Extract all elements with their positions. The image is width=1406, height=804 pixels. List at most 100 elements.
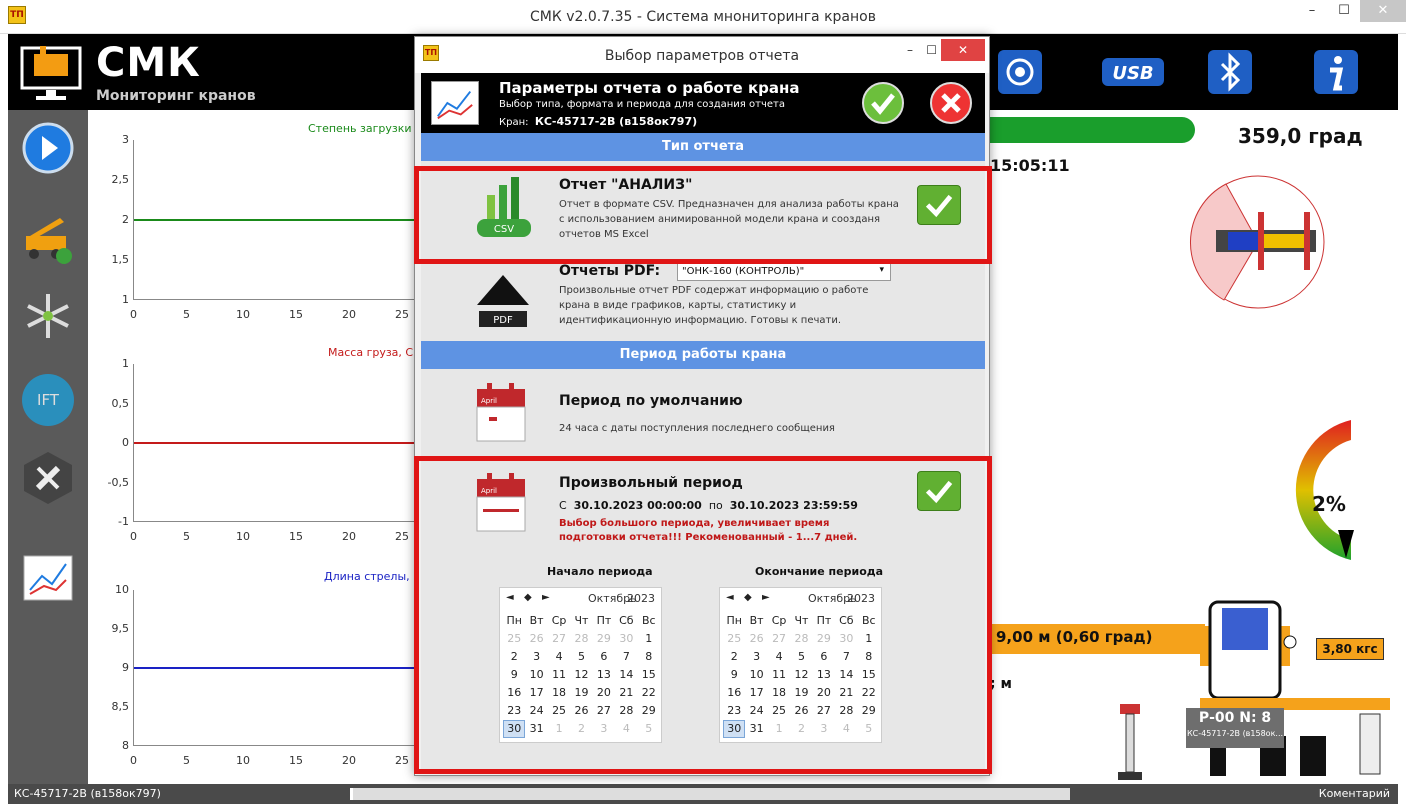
chart-icon[interactable] <box>20 550 76 606</box>
dialog-maximize-button[interactable]: ☐ <box>926 43 937 57</box>
snowflake-icon[interactable] <box>20 288 76 344</box>
chart-title: Длина стрелы, <box>324 570 410 583</box>
bluetooth-icon[interactable] <box>1206 46 1254 98</box>
maximize-button[interactable]: ☐ <box>1328 0 1360 22</box>
y-tick-label: 1,5 <box>111 253 130 266</box>
window-title: СМК v2.0.7.35 - Система мнониторинга кра… <box>530 9 876 25</box>
dialog-close-button[interactable]: ✕ <box>941 39 985 61</box>
x-tick-label: 15 <box>289 754 303 767</box>
wrench-icon[interactable] <box>20 450 76 506</box>
dialog-header-title: Параметры отчета о работе крана <box>499 79 800 97</box>
y-tick-label: 0 <box>122 436 129 449</box>
x-tick-label: 0 <box>130 308 137 321</box>
x-tick-label: 10 <box>236 754 250 767</box>
usb-label: USB <box>1112 63 1153 84</box>
usb-icon[interactable]: USB <box>1098 46 1168 98</box>
close-button[interactable]: ✕ <box>1360 0 1406 22</box>
pdf-icon: PDF <box>477 275 529 327</box>
chevron-down-icon: ▾ <box>879 265 884 275</box>
y-tick-label: 8,5 <box>111 700 130 713</box>
option-default-period[interactable]: April Период по умолчанию 24 часа с даты… <box>421 369 985 457</box>
info-icon[interactable] <box>1312 46 1360 98</box>
y-tick-label: -0,5 <box>107 475 129 489</box>
y-tick-label: 10 <box>115 583 129 596</box>
load-percent: 2% <box>1312 492 1346 516</box>
y-tick-label: 2 <box>122 213 129 226</box>
status-progress <box>350 788 1070 800</box>
x-tick-label: 15 <box>289 308 303 321</box>
crane-plate-number: Р-00 N: 8 <box>1198 710 1272 726</box>
crane-logo-icon <box>20 46 82 100</box>
default-period-title: Период по умолчанию <box>559 393 743 409</box>
status-bar-green <box>990 117 1195 143</box>
load-label: 3,80 кгс <box>1316 638 1384 660</box>
x-tick-label: 20 <box>342 308 356 321</box>
meters-label: ; м <box>990 676 1012 692</box>
y-tick-label: -1 <box>118 515 129 528</box>
load-chart: Степень загрузки 3 2,5 2 1,5 1 0 5 10 15 20 25 <box>88 112 418 332</box>
calendar-label: April <box>481 397 497 405</box>
ift-icon[interactable]: IFT <box>20 372 76 428</box>
x-tick-label: 25 <box>395 308 409 321</box>
dialog-minimize-button[interactable]: – <box>907 43 913 57</box>
calendar-icon: April <box>476 383 526 442</box>
y-tick-label: 9 <box>122 661 129 674</box>
x-tick-label: 5 <box>183 530 190 543</box>
x-tick-label: 10 <box>236 308 250 321</box>
y-tick-label: 9,5 <box>111 622 130 635</box>
dialog-titlebar: ТП Выбор параметров отчета – ☐ ✕ <box>415 37 989 73</box>
rotation-diagram <box>1190 175 1325 309</box>
highlight-analysis <box>414 166 992 264</box>
confirm-button[interactable] <box>861 81 905 125</box>
boom-label: 9,00 м (0,60 град) <box>990 624 1205 654</box>
section-report-type: Тип отчета <box>421 133 985 161</box>
pdf-title: Отчеты PDF: <box>559 263 661 279</box>
cargo-mass-chart: Масса груза, С 1 0,5 0 -0,5 -1 0 5 10 15 20 25 <box>88 338 418 558</box>
chart-series-line <box>134 667 418 669</box>
x-tick-label: 0 <box>130 754 137 767</box>
play-icon[interactable] <box>20 120 76 176</box>
crane-label: Кран: <box>499 117 529 128</box>
window-titlebar: ТП СМК v2.0.7.35 - Система мнониторинга … <box>0 0 1406 34</box>
crane-icon[interactable] <box>20 210 76 266</box>
status-comment[interactable]: Коментарий <box>1319 787 1390 800</box>
crane-drawing <box>1200 600 1390 776</box>
option-pdf[interactable]: PDF Отчеты PDF: "ОНК-160 (КОНТРОЛЬ)" ▾ П… <box>421 261 985 341</box>
outrigger-left <box>1118 704 1142 780</box>
sidebar: IFT <box>8 110 88 784</box>
ift-label: IFT <box>37 391 60 409</box>
crane-plate: Р-00 N: 8 КС-45717-2В (в158ок... <box>1186 708 1284 748</box>
logo-title: СМК <box>96 40 201 86</box>
x-tick-label: 20 <box>342 530 356 543</box>
chart-title: Масса груза, С <box>328 346 414 359</box>
minimize-button[interactable]: – <box>1296 0 1328 22</box>
pdf-description: Произвольные отчет PDF содержат информац… <box>559 285 869 326</box>
y-tick-label: 3 <box>122 133 129 146</box>
target-icon[interactable] <box>996 46 1044 98</box>
logo-subtitle: Мониторинг кранов <box>96 88 256 104</box>
dialog-title: Выбор параметров отчета <box>604 48 800 64</box>
y-tick-label: 8 <box>122 739 129 752</box>
chart-series-line <box>134 442 418 444</box>
time-value: 15:05:11 <box>990 156 1070 175</box>
pdf-label: PDF <box>493 315 513 326</box>
x-tick-label: 0 <box>130 530 137 543</box>
pdf-type-select[interactable]: "ОНК-160 (КОНТРОЛЬ)" ▾ <box>677 263 891 281</box>
dialog-header-crane: Кран: КС-45717-2В (в158ок797) <box>499 115 697 128</box>
cancel-button[interactable] <box>929 81 973 125</box>
boom-length-chart: Длина стрелы, 10 9,5 9 8,5 8 0 5 10 15 20 25 <box>88 562 418 784</box>
dialog-header: Параметры отчета о работе крана Выбор ти… <box>421 73 985 133</box>
y-tick-label: 0,5 <box>111 396 130 410</box>
status-crane: КС-45717-2В (в158ок797) <box>14 787 161 800</box>
section-period: Период работы крана <box>421 341 985 369</box>
x-tick-label: 20 <box>342 754 356 767</box>
x-tick-label: 25 <box>395 530 409 543</box>
y-tick-label: 1 <box>122 293 129 306</box>
chart-series-line <box>134 219 418 221</box>
x-tick-label: 5 <box>183 754 190 767</box>
chart-title: Степень загрузки <box>308 122 412 135</box>
x-tick-label: 10 <box>236 530 250 543</box>
x-tick-label: 5 <box>183 308 190 321</box>
status-bar: КС-45717-2В (в158ок797) Коментарий <box>8 784 1398 804</box>
rotation-degree: 359,0 град <box>1238 124 1363 148</box>
